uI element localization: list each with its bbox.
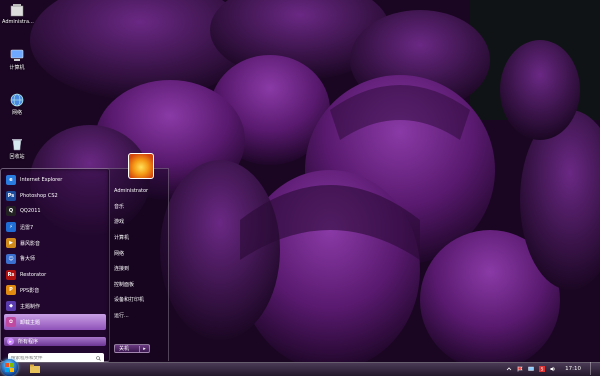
start-button[interactable]	[1, 359, 18, 376]
recycle-bin-icon	[10, 137, 24, 151]
theme-maker-icon: ◆	[6, 301, 16, 312]
network-tray-icon[interactable]	[528, 366, 534, 372]
ie-icon: e	[6, 174, 16, 185]
program-label: Internet Explorer	[20, 176, 63, 183]
desktop-icon-label: 回收站	[9, 154, 25, 160]
taskbar-clock[interactable]: 17:10	[565, 366, 581, 372]
user-folder-icon	[10, 3, 24, 17]
link-games[interactable]: 游戏	[110, 214, 168, 230]
desktop-icon-label: 网络	[11, 110, 22, 116]
all-programs-label: 所有程序	[18, 339, 39, 345]
program-item-storm-player[interactable]: ▶ 暴风影音	[4, 235, 106, 251]
shutdown-label: 关机	[119, 346, 130, 352]
program-label: PPS影音	[20, 287, 40, 294]
desktop-icon-recycle-bin[interactable]: 回收站	[2, 137, 32, 160]
program-label: Photoshop CS2	[20, 192, 58, 199]
link-computer[interactable]: 计算机	[110, 230, 168, 246]
desktop-icon-administrator[interactable]: Administra...	[2, 3, 34, 25]
start-menu-links: Administrator 音乐 游戏 计算机 网络 连接到 控制面板 设备和打…	[110, 183, 168, 323]
link-control-panel[interactable]: 控制面板	[110, 277, 168, 293]
program-item-photoshop[interactable]: Ps Photoshop CS2	[4, 188, 106, 204]
program-label: 卸载主题	[20, 319, 41, 326]
flag-icon[interactable]	[517, 366, 523, 372]
user-avatar[interactable]	[128, 153, 154, 179]
pps-icon: P	[6, 285, 16, 296]
chevron-right-icon: ▸	[7, 338, 14, 345]
desktop-icon-label: Administra...	[2, 19, 34, 25]
program-item-uninstall-theme[interactable]: ✿ 卸载主题	[4, 314, 106, 330]
program-label: 暴风影音	[20, 240, 41, 247]
folder-icon	[30, 364, 40, 373]
program-item-pps[interactable]: P PPS影音	[4, 283, 106, 299]
chevron-up-icon[interactable]	[506, 366, 512, 372]
program-item-restorator[interactable]: Rs Restorator	[4, 267, 106, 283]
program-item-ludashi[interactable]: ☺ 鲁大师	[4, 251, 106, 267]
shutdown-options-arrow[interactable]: ▸	[139, 345, 149, 352]
link-connect-to[interactable]: 连接到	[110, 261, 168, 277]
program-label: 迅雷7	[20, 224, 34, 231]
taskbar-explorer-button[interactable]	[30, 364, 40, 373]
uninstall-theme-icon: ✿	[6, 317, 16, 328]
shutdown-button[interactable]: 关机 ▸	[114, 344, 150, 353]
program-item-qq[interactable]: Q QQ2011	[4, 204, 106, 220]
program-label: QQ2011	[20, 208, 41, 215]
search-input[interactable]	[11, 355, 89, 361]
program-item-theme-maker[interactable]: ◆ 主题制作	[4, 298, 106, 314]
input-method-icon[interactable]: S	[539, 365, 546, 372]
link-run[interactable]: 运行...	[110, 308, 168, 324]
program-item-internet-explorer[interactable]: e Internet Explorer	[4, 172, 106, 188]
computer-icon	[10, 48, 24, 62]
photoshop-icon: Ps	[6, 190, 16, 201]
storm-player-icon: ▶	[6, 238, 16, 249]
volume-icon[interactable]	[550, 366, 556, 372]
desktop-icon-network[interactable]: 网络	[2, 93, 32, 116]
all-programs-button[interactable]: ▸ 所有程序	[4, 337, 106, 346]
program-label: Restorator	[20, 271, 47, 278]
link-user-name[interactable]: Administrator	[110, 183, 168, 199]
show-desktop-button[interactable]	[590, 362, 596, 375]
start-menu-left-pane: e Internet Explorer Ps Photoshop CS2 Q Q…	[0, 168, 110, 363]
search-icon	[96, 355, 101, 361]
network-icon	[10, 93, 24, 107]
link-music[interactable]: 音乐	[110, 199, 168, 215]
windows-logo-icon	[5, 363, 14, 372]
ludashi-icon: ☺	[6, 253, 16, 264]
desktop-icon-computer[interactable]: 计算机	[2, 48, 32, 71]
svg-text:S: S	[541, 366, 544, 371]
desktop-icon-label: 计算机	[9, 65, 25, 71]
program-label: 主题制作	[20, 303, 41, 310]
program-list: e Internet Explorer Ps Photoshop CS2 Q Q…	[4, 172, 106, 330]
thunder-icon: ⚡	[6, 222, 16, 233]
link-devices-printers[interactable]: 设备和打印机	[110, 292, 168, 308]
program-item-thunder[interactable]: ⚡ 迅雷7	[4, 219, 106, 235]
link-network[interactable]: 网络	[110, 245, 168, 261]
qq-icon: Q	[6, 206, 16, 217]
program-label: 鲁大师	[20, 256, 36, 263]
system-tray: S 17:10	[506, 362, 600, 375]
restorator-icon: Rs	[6, 269, 16, 280]
